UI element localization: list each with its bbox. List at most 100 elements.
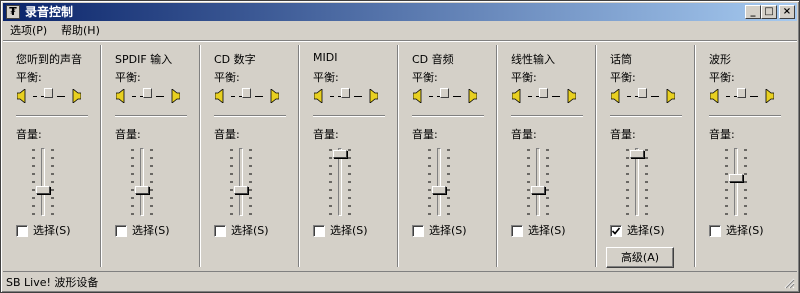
balance-control[interactable]: [17, 87, 81, 105]
volume-label: 音量:: [16, 128, 42, 141]
resize-grip-icon[interactable]: [783, 277, 795, 289]
volume-slider-thumb[interactable]: [135, 186, 149, 194]
app-icon[interactable]: ₮: [6, 5, 20, 19]
balance-divider: [610, 115, 682, 117]
window-title: 录音控制: [25, 5, 74, 19]
balance-divider: [16, 115, 88, 117]
speaker-right-icon: [765, 89, 774, 103]
speaker-left-icon: [215, 89, 224, 103]
speaker-left-icon: [413, 89, 422, 103]
speaker-right-icon: [567, 89, 576, 103]
balance-slider-thumb[interactable]: [341, 88, 350, 98]
volume-track: [437, 148, 441, 216]
channel-panel: 线性输入 平衡: 音量: 选择(S): [498, 45, 597, 270]
channel-panel: 话筒平衡: 音量: 选择(S) 高级(A): [597, 45, 696, 270]
speaker-left-icon: [611, 89, 620, 103]
select-checkbox[interactable]: [313, 225, 325, 237]
balance-slider-thumb[interactable]: [143, 88, 152, 98]
channel-panel: SPDIF 输入 平衡: 音量: 选择(S): [102, 45, 201, 270]
select-checkbox-label: 选择(S): [33, 224, 71, 237]
balance-divider: [214, 115, 286, 117]
channel-title: 话筒: [610, 53, 632, 66]
channel-panel: CD 音频 平衡: 音量: 选择(S): [399, 45, 498, 270]
title-bar[interactable]: ₮ 录音控制 _ □ ×: [3, 3, 797, 21]
channel-title: 波形: [709, 53, 731, 66]
select-checkbox[interactable]: [16, 225, 28, 237]
balance-control[interactable]: [215, 87, 279, 105]
select-checkbox-label: 选择(S): [627, 224, 665, 237]
select-checkbox[interactable]: [115, 225, 127, 237]
channel-title: CD 数字: [214, 53, 256, 66]
select-checkbox-label: 选择(S): [330, 224, 368, 237]
balance-control[interactable]: [512, 87, 576, 105]
balance-slider-thumb[interactable]: [539, 88, 548, 98]
volume-slider[interactable]: [130, 146, 154, 218]
volume-label: 音量:: [511, 128, 537, 141]
balance-divider: [313, 115, 385, 117]
channel-panel: 波形 平衡: 音量: 选择(S): [696, 45, 795, 270]
volume-slider-thumb[interactable]: [234, 186, 248, 194]
channel-title: CD 音频: [412, 53, 454, 66]
close-button[interactable]: ×: [779, 5, 795, 19]
volume-slider[interactable]: [31, 146, 55, 218]
speaker-right-icon: [666, 89, 675, 103]
balance-divider: [709, 115, 781, 117]
balance-control[interactable]: [314, 87, 378, 105]
volume-slider[interactable]: [328, 146, 352, 218]
balance-control[interactable]: [413, 87, 477, 105]
select-checkbox-label: 选择(S): [429, 224, 467, 237]
volume-slider-thumb[interactable]: [531, 186, 545, 194]
select-checkbox-label: 选择(S): [231, 224, 269, 237]
select-checkbox[interactable]: [412, 225, 424, 237]
checkmark-icon: [611, 227, 621, 235]
balance-slider-thumb[interactable]: [44, 88, 53, 98]
volume-slider[interactable]: [526, 146, 550, 218]
balance-slider-thumb[interactable]: [242, 88, 251, 98]
balance-label: 平衡:: [412, 71, 438, 84]
volume-slider[interactable]: [229, 146, 253, 218]
volume-slider[interactable]: [427, 146, 451, 218]
maximize-button[interactable]: □: [761, 5, 777, 19]
speaker-right-icon: [468, 89, 477, 103]
balance-control[interactable]: [116, 87, 180, 105]
balance-label: 平衡:: [115, 71, 141, 84]
volume-slider-thumb[interactable]: [432, 186, 446, 194]
balance-control[interactable]: [611, 87, 675, 105]
balance-divider: [511, 115, 583, 117]
balance-label: 平衡:: [214, 71, 240, 84]
select-checkbox[interactable]: [610, 225, 622, 237]
volume-slider-thumb[interactable]: [630, 150, 644, 158]
balance-slider-thumb[interactable]: [737, 88, 746, 98]
menu-help[interactable]: 帮助(H): [58, 22, 103, 40]
balance-divider: [412, 115, 484, 117]
status-text: SB Live! 波形设备: [6, 276, 99, 289]
volume-track: [140, 148, 144, 216]
balance-label: 平衡:: [709, 71, 735, 84]
balance-label: 平衡:: [16, 71, 42, 84]
select-checkbox-label: 选择(S): [528, 224, 566, 237]
volume-slider-thumb[interactable]: [729, 174, 743, 182]
balance-control[interactable]: [710, 87, 774, 105]
volume-slider[interactable]: [625, 146, 649, 218]
minimize-button[interactable]: _: [745, 5, 761, 19]
volume-track: [338, 148, 342, 216]
speaker-left-icon: [314, 89, 323, 103]
volume-track: [239, 148, 243, 216]
select-checkbox[interactable]: [511, 225, 523, 237]
menu-options[interactable]: 选项(P): [7, 22, 50, 40]
volume-slider-thumb[interactable]: [333, 150, 347, 158]
volume-slider[interactable]: [724, 146, 748, 218]
volume-label: 音量:: [610, 128, 636, 141]
balance-slider-thumb[interactable]: [440, 88, 449, 98]
status-bar: SB Live! 波形设备: [3, 271, 797, 291]
speaker-left-icon: [512, 89, 521, 103]
select-checkbox[interactable]: [214, 225, 226, 237]
balance-label: 平衡:: [610, 71, 636, 84]
balance-slider-thumb[interactable]: [638, 88, 647, 98]
select-checkbox[interactable]: [709, 225, 721, 237]
select-checkbox-label: 选择(S): [726, 224, 764, 237]
advanced-button[interactable]: 高级(A): [606, 247, 674, 268]
volume-slider-thumb[interactable]: [36, 186, 50, 194]
speaker-right-icon: [72, 89, 81, 103]
volume-track: [41, 148, 45, 216]
